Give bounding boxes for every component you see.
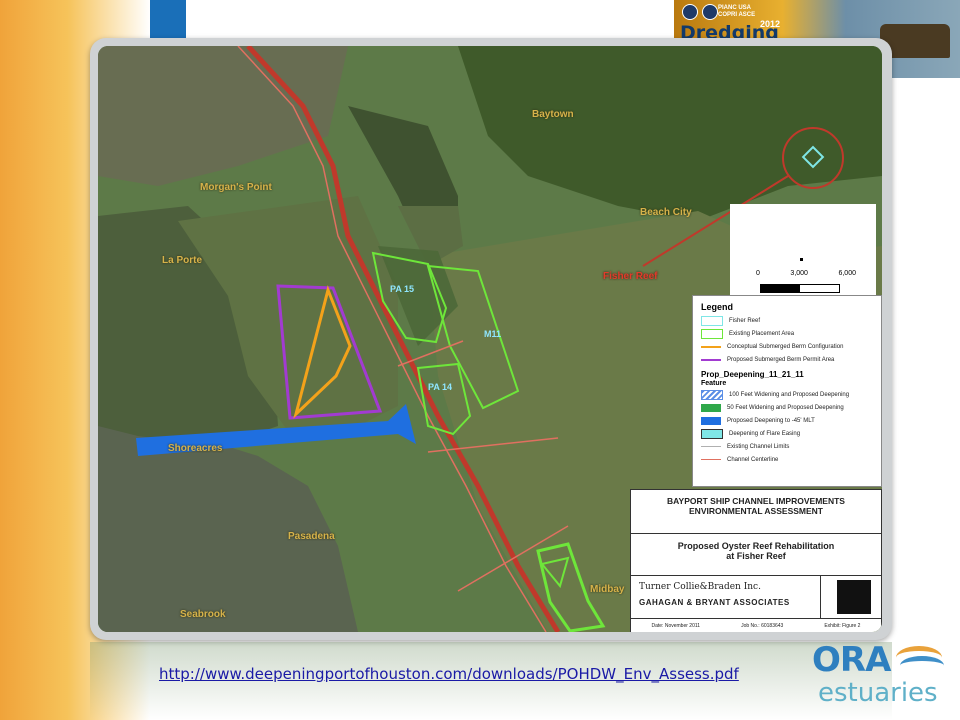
project-title: BAYPORT SHIP CHANNEL IMPROVEMENTS ENVIRO…: [631, 490, 881, 534]
logo-estuaries-text: estuaries: [818, 678, 938, 708]
drawing-meta: Date: November 2011 Job No.: 60183643 Ex…: [631, 618, 881, 632]
label-m11: M11: [484, 329, 502, 339]
job-value: 60183643: [761, 622, 784, 629]
project-title-line: ENVIRONMENTAL ASSESSMENT: [689, 506, 823, 516]
aerial-map: Baytown Morgan's Point La Porte Beach Ci…: [98, 46, 882, 632]
label-seabrook: Seabrook: [180, 609, 226, 620]
date-value: November 2011: [664, 622, 701, 629]
legend-item: Existing Channel Limits: [701, 440, 881, 453]
drawing-title-line: Proposed Oyster Reef Rehabilitation: [677, 541, 835, 551]
ora-estuaries-logo: ORA estuaries: [810, 640, 950, 716]
label-beach-city: Beach City: [640, 207, 692, 218]
legend-item: Channel Centerline: [701, 453, 881, 466]
job-label: Job No.:: [741, 622, 760, 629]
legend-title: Legend: [701, 302, 734, 312]
scale-tick: 6,000: [838, 270, 856, 277]
exhibit-value: Figure 2: [842, 622, 861, 629]
banner-year: 2012: [760, 19, 781, 29]
legend-item-label: Channel Centerline: [727, 456, 779, 463]
legend-item-label: Deepening of Flare Easing: [729, 430, 801, 437]
scale-tick: 0: [756, 270, 760, 277]
date-field: Date: November 2011: [652, 623, 701, 629]
legend-feature-label: Feature: [701, 380, 727, 387]
exhibit-field: Exhibit: Figure 2: [824, 623, 860, 629]
label-la-porte: La Porte: [162, 255, 203, 266]
placement-area-swatch-icon: [701, 328, 723, 339]
legend-item: Existing Placement Area: [701, 327, 881, 340]
exhibit-label: Exhibit:: [824, 622, 841, 629]
project-title-line: BAYPORT SHIP CHANNEL IMPROVEMENTS: [667, 496, 845, 506]
legend-item-label: 50 Feet Widening and Proposed Deepening: [727, 404, 844, 411]
legend-section-title: Prop_Deepening_11_21_11: [701, 370, 804, 379]
scale-ticks: 0 3,000 6,000: [756, 270, 856, 277]
map-legend: Legend Fisher Reef Existing Placement Ar…: [692, 295, 882, 487]
widening-50-swatch-icon: [701, 403, 721, 412]
legend-item: Proposed Deepening to -45' MLT: [701, 414, 881, 427]
centerline-swatch-icon: [701, 459, 721, 460]
legend-item-label: Proposed Submerged Berm Permit Area: [727, 356, 835, 363]
label-midbay: Midbay: [590, 584, 625, 595]
engineer-seal-icon: [837, 580, 871, 614]
drawing-title: Proposed Oyster Reef Rehabilitation at F…: [631, 534, 881, 576]
pianc-logo-icon: [682, 4, 698, 20]
logo-ora-text: ORA: [812, 640, 891, 680]
legend-item: Fisher Reef: [701, 314, 881, 327]
scale-tick: 3,000: [790, 270, 808, 277]
sponsor-logos: [682, 4, 718, 20]
label-morgans-point: Morgan's Point: [200, 182, 272, 193]
label-shoreacres: Shoreacres: [168, 443, 223, 454]
legend-item: Deepening of Flare Easing: [701, 427, 881, 440]
source-url-link[interactable]: http://www.deepeningportofhouston.com/do…: [159, 665, 739, 683]
label-pasadena: Pasadena: [288, 531, 335, 542]
label-pa-14: PA 14: [428, 382, 453, 392]
firm-block: Turner Collie&Braden Inc. GAHAGAN & BRYA…: [631, 576, 881, 619]
label-fisher-reef: Fisher Reef: [603, 271, 658, 282]
drawing-title-line: at Fisher Reef: [726, 551, 786, 561]
widening-100-swatch-icon: [701, 389, 723, 400]
legend-item-label: Conceptual Submerged Berm Configuration: [727, 343, 844, 350]
legend-item-label: Proposed Deepening to -45' MLT: [727, 417, 815, 424]
legend-item: Proposed Submerged Berm Permit Area: [701, 353, 881, 366]
legend-item-label: Existing Channel Limits: [727, 443, 790, 450]
job-field: Job No.: 60183643: [741, 623, 783, 629]
permit-area-swatch-icon: [701, 358, 721, 361]
deepening-swatch-icon: [701, 416, 721, 425]
north-arrow-icon: [800, 258, 803, 261]
logo-wave-blue-icon: [900, 656, 944, 675]
legend-item-label: 100 Feet Widening and Proposed Deepening: [729, 391, 850, 398]
scale-bar: [760, 284, 840, 293]
channel-limits-swatch-icon: [701, 446, 721, 447]
legend-item: 100 Feet Widening and Proposed Deepening: [701, 388, 881, 401]
firm-name-secondary: GAHAGAN & BRYANT ASSOCIATES: [639, 598, 790, 607]
date-label: Date:: [651, 622, 664, 629]
asce-logo-icon: [702, 4, 718, 20]
banner-sponsor-text: PIANC USA COPRI ASCE: [718, 5, 756, 18]
flare-easing-swatch-icon: [701, 428, 723, 439]
title-block: BAYPORT SHIP CHANNEL IMPROVEMENTS ENVIRO…: [630, 489, 882, 632]
legend-item-label: Fisher Reef: [729, 317, 761, 324]
legend-item: Conceptual Submerged Berm Configuration: [701, 340, 881, 353]
label-pa-15: PA 15: [390, 284, 415, 294]
firm-divider: [820, 576, 821, 618]
berm-swatch-icon: [701, 345, 721, 348]
firm-name-primary: Turner Collie&Braden Inc.: [639, 582, 761, 592]
label-baytown: Baytown: [532, 109, 574, 120]
legend-item: 50 Feet Widening and Proposed Deepening: [701, 401, 881, 414]
legend-item-label: Existing Placement Area: [729, 330, 795, 337]
fisher-reef-swatch-icon: [701, 315, 723, 326]
